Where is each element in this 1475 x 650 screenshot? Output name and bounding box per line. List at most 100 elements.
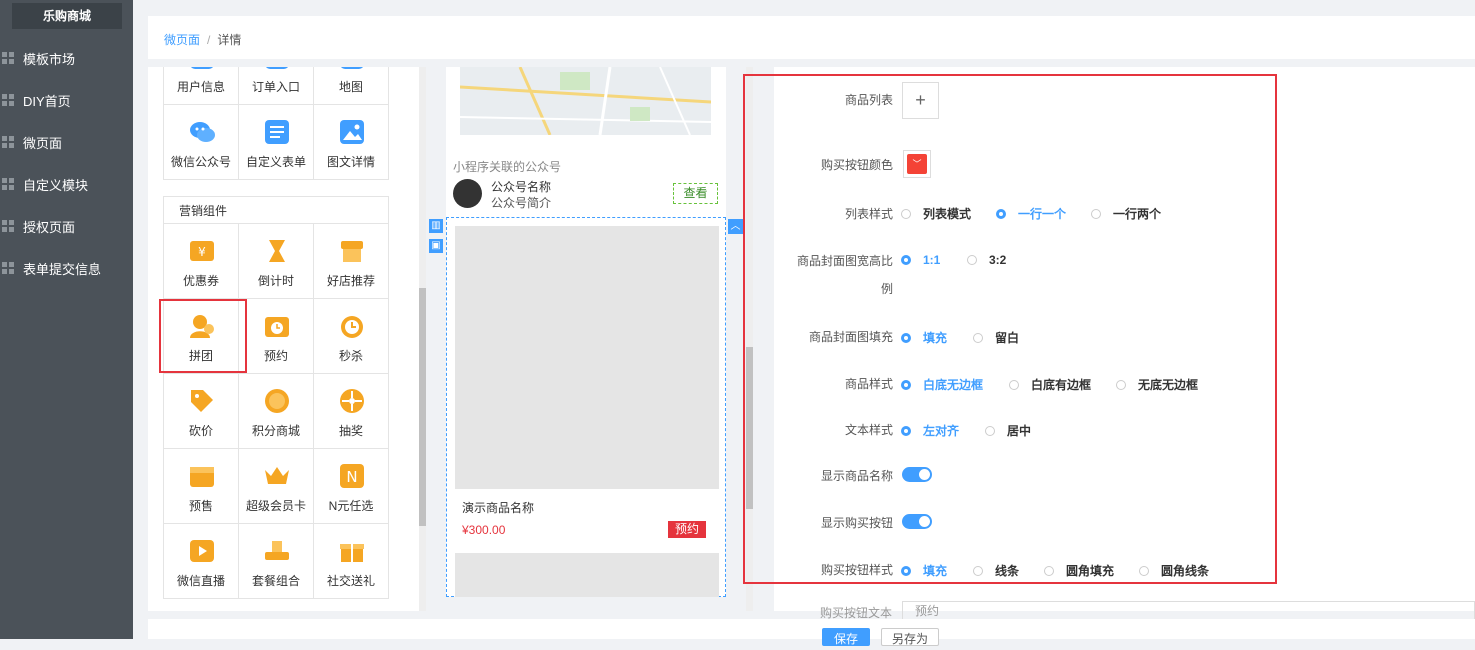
vip-card-icon (265, 467, 289, 484)
n-yuan-icon: N (340, 464, 364, 488)
sidebar-item-label: DIY首页 (23, 93, 71, 109)
component-countdown[interactable]: 倒计时 (239, 224, 314, 299)
group-buy-highlight (159, 299, 247, 373)
gift-icon (340, 544, 364, 562)
component-label: 砍价 (188, 424, 213, 438)
delete-icon[interactable]: ▥ (429, 219, 443, 233)
breadcrumb-parent-link[interactable]: 微页面 (164, 33, 200, 47)
official-account-name: 公众号名称 (491, 180, 552, 194)
component-label: 微信直播 (176, 574, 225, 588)
component-custom-form[interactable]: 自定义表单 (239, 105, 314, 180)
component-n-yuan[interactable]: N N元任选 (314, 449, 389, 524)
svg-text:N: N (346, 468, 357, 486)
component-coupon[interactable]: ¥ 优惠券 (164, 224, 239, 299)
copy-icon[interactable]: ▣ (429, 239, 443, 253)
component-vip-card[interactable]: 超级会员卡 (239, 449, 314, 524)
shop-icon (341, 241, 363, 262)
image-text-icon (340, 120, 364, 144)
footer-bar (148, 619, 1475, 639)
countdown-icon (269, 240, 285, 262)
grid-icon (2, 262, 14, 274)
save-button[interactable]: 保存 (822, 628, 870, 646)
buy-button-text-input[interactable]: 预约 (902, 601, 1475, 621)
component-label: 微信公众号 (170, 155, 231, 169)
grid-icon (2, 94, 14, 106)
sidebar-item-auth-page[interactable]: 授权页面 (0, 205, 133, 247)
component-panel-scroll-thumb[interactable] (419, 288, 426, 526)
sidebar-item-micro-page[interactable]: 微页面 (0, 121, 133, 163)
component-reservation[interactable]: 预约 (239, 299, 314, 374)
grid-icon (2, 220, 14, 232)
marketing-components-grid: ¥ 优惠券 倒计时 好店推荐 拼团 预约 秒杀 砍价 积分商城 抽奖 预售 超级… (163, 223, 389, 599)
component-label: 好店推荐 (326, 274, 375, 288)
breadcrumb: 微页面 / 详情 (164, 31, 241, 48)
component-label: 积分商城 (251, 424, 300, 438)
component-combo[interactable]: 套餐组合 (239, 524, 314, 599)
component-wechat-official[interactable]: 微信公众号 (164, 105, 239, 180)
sidebar: 乐购商城 模板市场 DIY首页 微页面 自定义模块 授权页面 表单提交信息 (0, 0, 133, 639)
sidebar-item-label: 表单提交信息 (23, 261, 102, 277)
component-label: N元任选 (328, 499, 374, 513)
component-label: 预约 (263, 349, 288, 363)
component-user-info[interactable]: 用户信息 (164, 67, 239, 105)
component-label: 用户信息 (176, 80, 225, 94)
bargain-icon (191, 390, 213, 412)
official-account-title: 小程序关联的公众号 (453, 160, 562, 174)
sidebar-item-template-market[interactable]: 模板市场 (0, 37, 133, 79)
sidebar-item-diy-home[interactable]: DIY首页 (0, 79, 133, 121)
component-presale[interactable]: 预售 (164, 449, 239, 524)
user-info-icon (191, 67, 213, 69)
basic-components-grid: 用户信息 订单入口 地图 微信公众号 自定义表单 图文详情 (163, 67, 389, 180)
order-icon (266, 67, 288, 69)
component-wechat-live[interactable]: 微信直播 (164, 524, 239, 599)
component-label: 社交送礼 (326, 574, 375, 588)
chevron-up-icon[interactable]: ︿ (728, 219, 743, 234)
product-image-placeholder (455, 226, 719, 489)
component-label: 倒计时 (257, 274, 294, 288)
component-lottery[interactable]: 抽奖 (314, 374, 389, 449)
component-image-text[interactable]: 图文详情 (314, 105, 389, 180)
official-account-desc: 公众号简介 (491, 196, 552, 210)
component-label: 秒杀 (338, 349, 363, 363)
component-label: 套餐组合 (251, 574, 300, 588)
grid-icon (2, 178, 14, 190)
product-name: 演示商品名称 (462, 501, 535, 515)
wechat-icon (190, 122, 215, 142)
component-bargain[interactable]: 砍价 (164, 374, 239, 449)
sidebar-item-label: 授权页面 (23, 219, 76, 235)
map-image (460, 67, 711, 135)
component-shop-recommend[interactable]: 好店推荐 (314, 224, 389, 299)
preview-gutter (426, 67, 446, 597)
component-social-gift[interactable]: 社交送礼 (314, 524, 389, 599)
component-map[interactable]: 地图 (314, 67, 389, 105)
breadcrumb-separator: / (207, 33, 211, 47)
marketing-section-title: 营销组件 (163, 196, 389, 224)
component-label: 自定义表单 (245, 155, 306, 169)
svg-text:¥: ¥ (198, 245, 206, 259)
component-label: 抽奖 (338, 424, 363, 438)
flash-sale-icon (341, 316, 363, 338)
product-buy-button[interactable]: 预约 (668, 521, 706, 538)
header: 微页面 / 详情 (148, 16, 1475, 59)
combo-icon (265, 541, 289, 560)
component-label: 图文详情 (326, 155, 375, 169)
presale-icon (190, 467, 214, 487)
form-icon (265, 120, 289, 144)
live-icon (190, 540, 214, 562)
map-preview[interactable] (460, 67, 711, 135)
component-label: 超级会员卡 (245, 499, 306, 513)
component-points-mall[interactable]: 积分商城 (239, 374, 314, 449)
view-account-button[interactable]: 查看 (673, 183, 718, 204)
settings-highlight (743, 74, 1277, 584)
component-toolbar: ▥ ▣ (429, 219, 443, 259)
product-image-placeholder (455, 553, 719, 597)
sidebar-item-form-submissions[interactable]: 表单提交信息 (0, 247, 133, 289)
component-order-entry[interactable]: 订单入口 (239, 67, 314, 105)
breadcrumb-current: 详情 (217, 33, 242, 47)
save-as-button[interactable]: 另存为 (881, 628, 939, 646)
sidebar-item-label: 自定义模块 (23, 177, 89, 193)
component-flash-sale[interactable]: 秒杀 (314, 299, 389, 374)
sidebar-item-custom-module[interactable]: 自定义模块 (0, 163, 133, 205)
component-label: 优惠券 (182, 274, 219, 288)
grid-icon (2, 136, 14, 148)
